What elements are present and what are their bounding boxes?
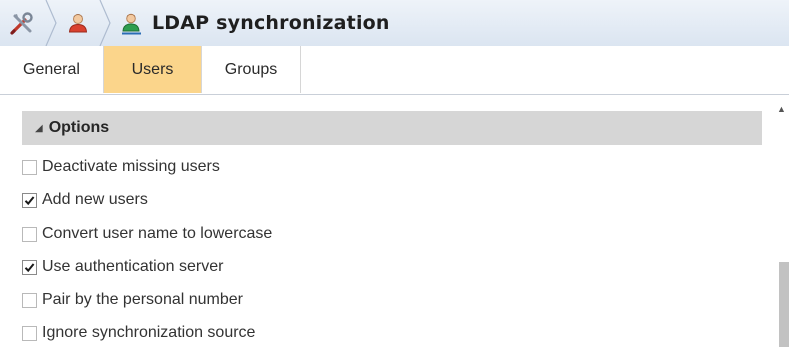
breadcrumb-users[interactable] [58, 0, 98, 46]
options-section-header[interactable]: ◢ Options [22, 111, 762, 145]
user-icon [66, 11, 90, 35]
checkbox-checked[interactable] [22, 192, 37, 208]
tab-bar: General Users Groups [0, 46, 789, 95]
section-label: Options [48, 119, 110, 136]
option-deactivate-missing-users[interactable]: Deactivate missing users [22, 155, 220, 179]
option-label: Ignore synchronization source [42, 324, 256, 341]
option-label: Deactivate missing users [42, 158, 220, 175]
breadcrumb-ldap[interactable]: LDAP synchronization [112, 0, 390, 46]
option-label: Pair by the personal number [42, 291, 243, 308]
option-label: Add new users [42, 191, 148, 208]
scrollbar-thumb[interactable] [779, 262, 789, 347]
option-use-authentication-server[interactable]: Use authentication server [22, 255, 223, 279]
option-ignore-sync-source[interactable]: Ignore synchronization source [22, 321, 255, 345]
option-label: Use authentication server [42, 258, 224, 275]
user-sync-icon [120, 11, 144, 35]
checkbox-checked[interactable] [22, 259, 37, 275]
check-icon [24, 262, 35, 272]
checkbox[interactable] [22, 159, 37, 175]
title-bar: LDAP synchronization [0, 0, 789, 47]
options-panel: ◢ Options Deactivate missing users Add n… [0, 95, 789, 347]
tab-users[interactable]: Users [104, 46, 202, 93]
option-pair-by-personal-number[interactable]: Pair by the personal number [22, 288, 243, 312]
breadcrumb-tools[interactable] [0, 0, 44, 46]
checkbox[interactable] [22, 292, 37, 308]
option-convert-lowercase[interactable]: Convert user name to lowercase [22, 222, 272, 246]
checkbox[interactable] [22, 325, 37, 341]
page-title: LDAP synchronization [152, 12, 390, 34]
tab-general[interactable]: General [0, 46, 104, 93]
tools-icon [9, 10, 35, 36]
scroll-up-arrow-icon[interactable]: ▲ [777, 104, 786, 114]
option-label: Convert user name to lowercase [42, 225, 273, 242]
tab-groups[interactable]: Groups [202, 46, 301, 93]
breadcrumb-separator-icon [99, 0, 111, 46]
checkbox[interactable] [22, 226, 37, 242]
option-add-new-users[interactable]: Add new users [22, 188, 148, 212]
collapse-triangle-icon: ◢ [35, 122, 43, 134]
breadcrumb-separator-icon [45, 0, 57, 46]
check-icon [24, 195, 35, 205]
